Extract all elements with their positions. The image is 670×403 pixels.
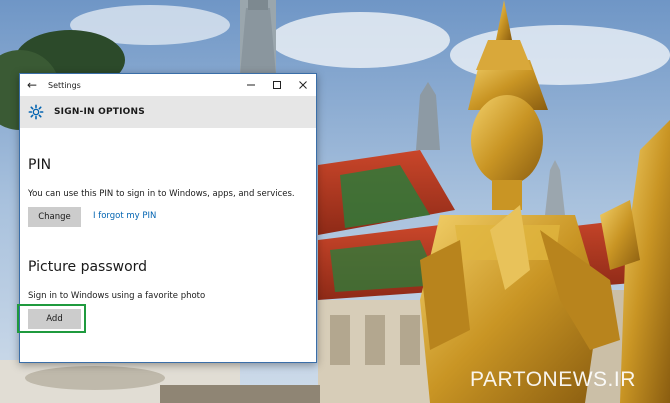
pin-section-title: PIN xyxy=(28,157,52,173)
window-title: Settings xyxy=(48,80,81,90)
page-title: SIGN-IN OPTIONS xyxy=(54,107,145,117)
title-bar: ← Settings xyxy=(20,74,316,96)
picture-password-description: Sign in to Windows using a favorite phot… xyxy=(28,291,206,301)
page-header: SIGN-IN OPTIONS xyxy=(20,96,316,128)
maximize-icon[interactable] xyxy=(264,74,290,96)
change-pin-button[interactable]: Change xyxy=(28,207,81,227)
minimize-icon[interactable] xyxy=(238,74,264,96)
add-button-highlight xyxy=(17,304,86,333)
pin-description: You can use this PIN to sign in to Windo… xyxy=(28,189,295,199)
gear-icon xyxy=(28,104,44,120)
back-arrow-icon[interactable]: ← xyxy=(20,78,44,92)
close-icon[interactable] xyxy=(290,74,316,96)
picture-password-section-title: Picture password xyxy=(28,259,148,275)
watermark: PARTONEWS.IR xyxy=(470,368,636,391)
forgot-pin-link[interactable]: I forgot my PIN xyxy=(93,211,156,221)
